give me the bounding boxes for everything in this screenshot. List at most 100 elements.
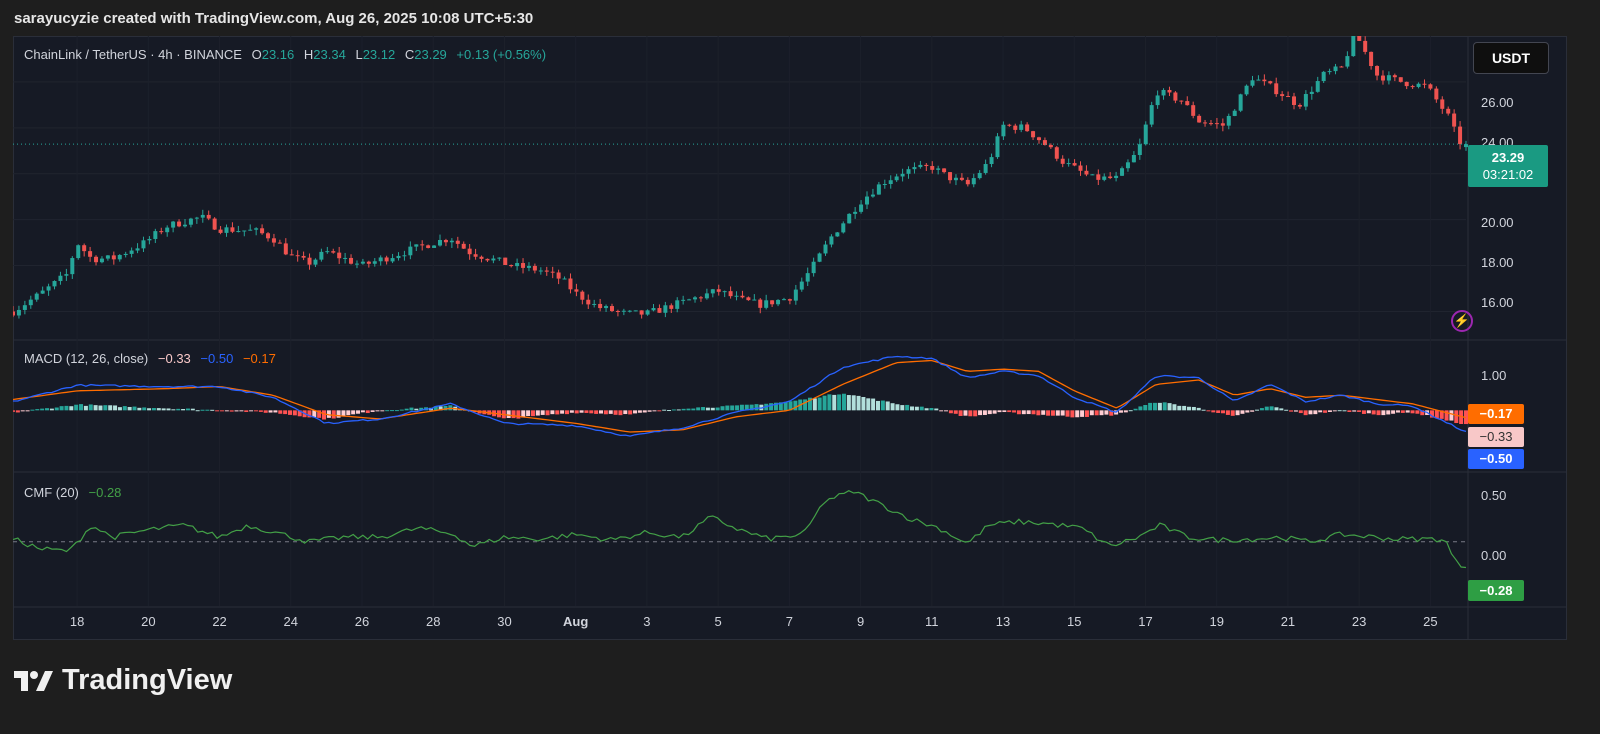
candle-body — [16, 309, 21, 316]
macd-histogram-bar — [705, 407, 710, 411]
macd-histogram-bar — [1323, 410, 1328, 413]
macd-histogram-bar — [637, 410, 642, 413]
candle-body — [1001, 124, 1006, 137]
macd-histogram-bar — [968, 410, 973, 417]
candle-body — [307, 257, 312, 265]
candle-body — [1191, 105, 1196, 116]
macd-histogram-bar — [900, 405, 905, 411]
macd-histogram-bar — [1167, 403, 1172, 411]
candle-body — [22, 305, 27, 310]
candle-body — [1042, 140, 1047, 145]
candle-body — [76, 245, 81, 259]
cmf-legend[interactable]: CMF (20) −0.28 — [24, 485, 127, 500]
macd-signal-line — [13, 359, 1467, 433]
candle-body — [1173, 92, 1178, 101]
macd-histogram-bar — [1216, 410, 1221, 413]
time-axis-label: 11 — [925, 614, 939, 629]
macd-histogram-bar — [1293, 410, 1298, 412]
candle-body — [758, 299, 763, 308]
candle-body — [538, 270, 543, 272]
candle-body — [497, 257, 502, 259]
candle-body — [1048, 144, 1053, 148]
candle-body — [817, 253, 822, 262]
candle-body — [1155, 95, 1160, 106]
candle-body — [461, 243, 466, 249]
candle-body — [182, 224, 187, 227]
lightning-icon[interactable]: ⚡ — [1451, 310, 1473, 332]
candle-body — [847, 213, 852, 224]
macd-histogram-bar — [992, 410, 997, 414]
macd-histogram-bar — [574, 410, 579, 414]
candle-body — [82, 245, 87, 252]
candle-body — [414, 244, 419, 247]
macd-histogram-bar — [739, 404, 744, 411]
macd-histogram-bar — [1259, 408, 1264, 411]
candle-body — [1268, 81, 1273, 84]
macd-histogram-bar — [54, 407, 59, 411]
candle-body — [1096, 174, 1101, 180]
macd-histogram-bar — [1138, 406, 1143, 411]
candle-body — [627, 310, 632, 312]
macd-histogram-bar — [1007, 410, 1012, 413]
macd-histogram-bar — [20, 410, 25, 412]
macd-histogram-bar — [15, 410, 20, 413]
candle-body — [716, 289, 721, 292]
macd-histogram-bar — [292, 410, 297, 416]
candle-body — [799, 281, 804, 290]
cmf-line — [13, 490, 1467, 569]
candle-body — [1404, 81, 1409, 87]
macd-legend[interactable]: MACD (12, 26, close) −0.33 −0.50 −0.17 — [24, 351, 282, 366]
macd-histogram-bar — [390, 410, 395, 412]
macd-histogram-bar — [599, 410, 604, 414]
time-axis-label: 30 — [497, 614, 512, 629]
macd-histogram-bar — [540, 410, 545, 415]
macd-histogram-bar — [1094, 410, 1099, 416]
candle-body — [983, 164, 988, 173]
macd-histogram-bar — [1274, 407, 1279, 411]
candle-body — [900, 173, 905, 177]
macd-line-tag: −0.50 — [1468, 449, 1524, 469]
candle-body — [657, 308, 662, 313]
macd-histogram-bar — [696, 407, 701, 411]
macd-histogram-bar — [1395, 410, 1400, 413]
macd-histogram-bar — [608, 410, 613, 414]
macd-histogram-bar — [856, 395, 861, 411]
macd-histogram-bar — [1327, 410, 1332, 412]
candle-body — [1232, 110, 1237, 116]
macd-histogram-bar — [59, 406, 64, 411]
tradingview-logo[interactable]: TradingView — [14, 664, 232, 697]
currency-button[interactable]: USDT — [1473, 42, 1549, 74]
candle-body — [1137, 144, 1142, 156]
candle-body — [1262, 79, 1267, 82]
macd-histogram-bar — [1157, 402, 1162, 411]
macd-histogram-bar — [1128, 410, 1133, 412]
macd-axis-label: 1.00 — [1481, 368, 1507, 383]
candle-body — [681, 299, 686, 301]
chart-canvas[interactable] — [13, 36, 1567, 640]
candle-body — [188, 218, 193, 225]
candle-body — [1398, 77, 1403, 82]
time-axis-label: 20 — [141, 614, 156, 629]
macd-histogram-bar — [1400, 410, 1405, 413]
macd-histogram-bar — [1405, 410, 1410, 413]
macd-histogram-bar — [195, 410, 200, 412]
candle-body — [1031, 131, 1036, 138]
candle-body — [698, 297, 703, 299]
grid-lines — [13, 36, 1567, 640]
macd-histogram-bar — [701, 407, 706, 411]
candle-body — [829, 236, 834, 245]
candle-body — [1339, 66, 1344, 68]
candle-body — [787, 299, 792, 301]
symbol-legend[interactable]: ChainLink / TetherUS · 4h · BINANCE O23.… — [24, 47, 552, 62]
time-axis-label: 15 — [1067, 614, 1082, 629]
open-value: 23.16 — [261, 47, 295, 62]
candle-body — [1380, 75, 1385, 81]
cmf-value: −0.28 — [88, 485, 122, 500]
macd-histogram-bar — [1357, 410, 1362, 412]
macd-histogram-bar — [1143, 405, 1148, 411]
candle-body — [918, 164, 923, 168]
candle-body — [218, 229, 223, 233]
macd-histogram-bar — [948, 410, 953, 414]
candle-body — [1226, 115, 1231, 126]
candle-body — [556, 272, 561, 279]
